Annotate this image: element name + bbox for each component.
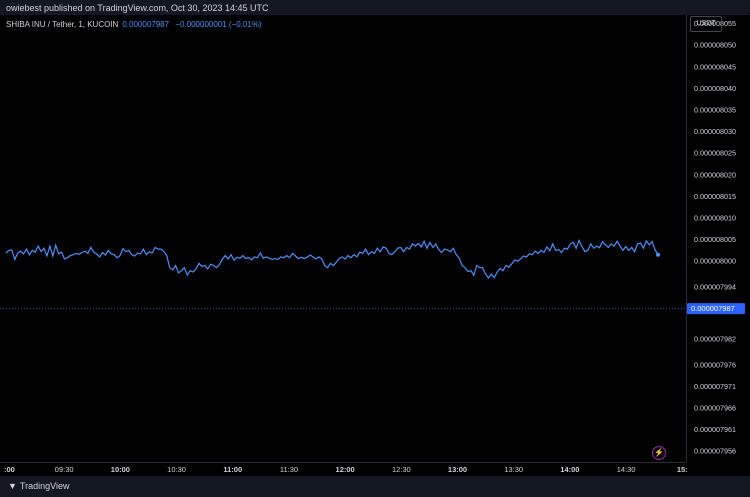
x-tick-label: 15: — [677, 465, 688, 474]
legend-change: −0.000000001 (−0.01%) — [175, 20, 262, 29]
price-series-line — [5, 238, 659, 280]
last-price-dot — [656, 252, 660, 257]
y-tick-label: 0.000008000 — [694, 257, 736, 266]
x-tick-label: 14:00 — [560, 465, 579, 474]
y-tick-label: 0.000008040 — [694, 84, 736, 93]
x-tick-label: 12:00 — [336, 465, 355, 474]
y-tick-label: 0.000008045 — [694, 62, 736, 71]
y-tick-label: 0.000007971 — [694, 382, 736, 391]
y-tick-label: 0.000008010 — [694, 213, 736, 222]
y-tick-label: 0.000008020 — [694, 170, 736, 179]
x-tick-label: 11:00 — [223, 465, 242, 474]
y-tick-label: 0.000007994 — [694, 283, 736, 292]
bottom-bar — [0, 476, 750, 497]
last-price-label: 0.000007987 — [691, 304, 735, 313]
x-tick-label: 13:30 — [504, 465, 523, 474]
y-tick-label: 0.000007982 — [694, 334, 736, 343]
y-tick-label: 0.000007961 — [694, 425, 736, 434]
x-tick-label: 12:30 — [392, 465, 411, 474]
y-tick-label: 0.000008025 — [694, 149, 736, 158]
price-chart[interactable]: 0.0000080550.0000080500.0000080450.00000… — [0, 0, 750, 497]
chart-legend: SHIBA INU / Tether, 1, KUCOIN 0.000007987… — [6, 20, 262, 29]
x-tick-label: 11:30 — [280, 465, 298, 474]
legend-value: 0.000007987 — [122, 20, 170, 29]
x-tick-label: :00 — [4, 465, 15, 474]
y-tick-label: 0.000008035 — [694, 106, 736, 115]
brand-label: TradingView — [19, 481, 70, 491]
currency-button[interactable]: USDT — [690, 16, 722, 32]
y-tick-label: 0.000007966 — [694, 404, 736, 413]
tv-logo-icon: ▼ — [8, 481, 17, 491]
y-tick-label: 0.000008050 — [694, 41, 736, 50]
x-tick-label: 10:00 — [111, 465, 130, 474]
y-tick-label: 0.000007956 — [694, 447, 736, 456]
x-tick-label: 13:00 — [448, 465, 467, 474]
y-tick-label: 0.000008015 — [694, 192, 736, 201]
x-tick-label: 09:30 — [55, 465, 74, 474]
y-tick-label: 0.000008030 — [694, 127, 736, 136]
x-tick-label: 14:30 — [617, 465, 636, 474]
lightning-icon[interactable]: ⚡ — [652, 446, 666, 460]
symbol-label: SHIBA INU / Tether, 1, KUCOIN — [6, 20, 119, 29]
y-tick-label: 0.000008005 — [694, 235, 736, 244]
tradingview-logo[interactable]: ▼ TradingView — [8, 481, 69, 491]
x-tick-label: 10:30 — [167, 465, 186, 474]
y-tick-label: 0.000007976 — [694, 360, 736, 369]
